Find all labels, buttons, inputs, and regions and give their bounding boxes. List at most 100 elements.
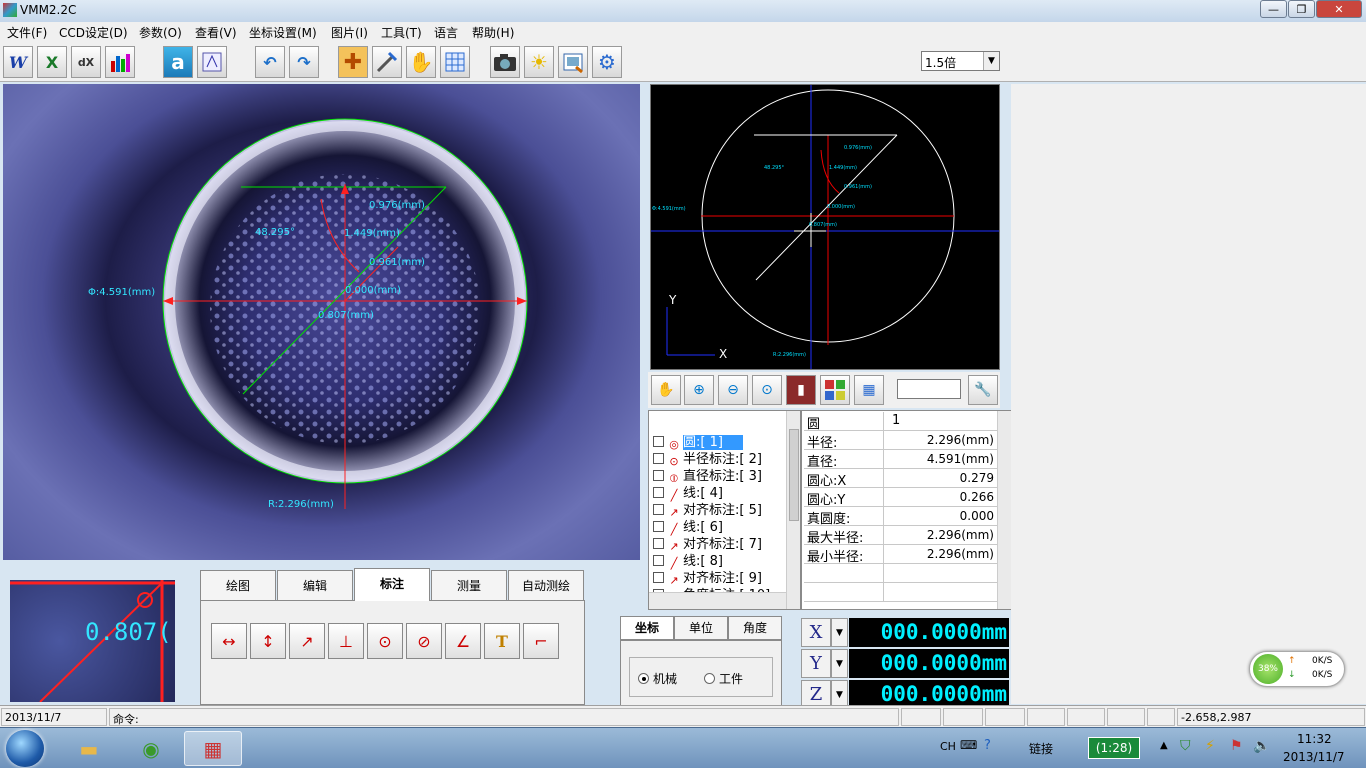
save-dxf-icon[interactable]: dX — [71, 46, 101, 78]
menu-item[interactable]: 语言 — [434, 24, 458, 41]
axis-button[interactable]: Y — [801, 649, 831, 678]
tab[interactable]: 测量 — [431, 570, 507, 600]
list-item[interactable]: ╱ 线:[ 6] — [653, 516, 723, 536]
coord-tab[interactable]: 坐标 — [620, 616, 674, 640]
menu-item[interactable]: 坐标设置(M) — [249, 24, 317, 41]
chart-icon[interactable] — [105, 46, 135, 78]
pick-icon[interactable] — [372, 46, 402, 78]
checkbox[interactable] — [653, 521, 664, 532]
camera-view[interactable]: 48.295° 0.976(mm) 1.449(mm) 0.961(mm) 0.… — [3, 84, 640, 560]
list-item[interactable]: ╱ 线:[ 4] — [653, 482, 723, 502]
text-a-icon[interactable]: a — [163, 46, 193, 78]
horizontal-dim-icon[interactable]: ↔ — [211, 623, 247, 659]
scrollbar[interactable] — [997, 411, 1011, 609]
chevron-down-icon[interactable]: ▼ — [831, 618, 848, 647]
crosshair-icon[interactable]: ✚ — [338, 46, 368, 78]
property-row[interactable]: 最大半径: 2.296(mm) — [804, 526, 997, 546]
coord-tab[interactable]: 单位 — [674, 616, 728, 640]
grid-icon[interactable]: ▦ — [854, 375, 884, 405]
zoom-fit-icon[interactable]: ⊙ — [752, 375, 782, 405]
baseline-dim-icon[interactable]: ⊥ — [328, 623, 364, 659]
leader-icon[interactable]: ⌐ — [523, 623, 559, 659]
property-row[interactable]: 最小半径: 2.296(mm) — [804, 545, 997, 565]
menu-item[interactable]: 参数(O) — [139, 24, 182, 41]
mode-workpiece-radio[interactable]: 工件 — [704, 670, 743, 687]
book-icon[interactable]: ▮ — [786, 375, 816, 405]
tab[interactable]: 自动测绘 — [508, 570, 584, 600]
color-grid-icon[interactable] — [820, 375, 850, 405]
tab[interactable]: 标注 — [354, 568, 430, 601]
property-grid[interactable]: 圆 1 半径: 2.296(mm) 直径: 4.591(mm) 圆心:X 0.279 圆心:Y 0… — [801, 410, 1011, 610]
close-button[interactable]: ✕ — [1316, 0, 1362, 18]
start-button[interactable] — [6, 730, 44, 767]
flag-icon[interactable]: ⚑ — [1230, 738, 1243, 754]
property-row[interactable]: 圆心:Y 0.266 — [804, 488, 997, 508]
cad-input[interactable] — [897, 379, 961, 399]
chevron-down-icon[interactable]: ▼ — [831, 649, 848, 678]
menu-item[interactable]: 工具(T) — [381, 24, 422, 41]
explorer-icon[interactable]: ▬ — [60, 731, 118, 766]
hand-icon[interactable]: ✋ — [406, 46, 436, 78]
checkbox[interactable] — [653, 453, 664, 464]
radius-dim-icon[interactable]: ⊙ — [367, 623, 403, 659]
draw-icon[interactable] — [197, 46, 227, 78]
camera-icon[interactable] — [490, 46, 520, 78]
hscrollbar[interactable] — [649, 592, 786, 609]
vmm-task-icon[interactable]: ▦ — [184, 731, 242, 766]
browser-icon[interactable]: ◉ — [122, 731, 180, 766]
property-row[interactable]: 直径: 4.591(mm) — [804, 450, 997, 470]
property-row[interactable]: 半径: 2.296(mm) — [804, 431, 997, 451]
menu-item[interactable]: 图片(I) — [331, 24, 368, 41]
redo-icon[interactable]: ↷ — [289, 46, 319, 78]
property-header[interactable]: 圆1 — [804, 412, 997, 432]
zoom-select[interactable]: 1.5倍 ▼ — [921, 51, 1000, 71]
list-item[interactable]: ╱ 线:[ 8] — [653, 550, 723, 570]
grid-icon[interactable] — [440, 46, 470, 78]
object-list[interactable]: ∠角度标注:[ 10]↗对齐标注:[ 9]╱线:[ 8]↗对齐标注:[ 7]╱线… — [648, 410, 801, 610]
checkbox[interactable] — [653, 555, 664, 566]
tab[interactable]: 编辑 — [277, 570, 353, 600]
excel-icon[interactable]: X — [37, 46, 67, 78]
network-monitor[interactable]: 38% ↑ ↓ 0K/S 0K/S — [1249, 651, 1345, 687]
checkbox[interactable] — [653, 538, 664, 549]
settings-icon[interactable]: ⚙ — [592, 46, 622, 78]
light-icon[interactable]: ☀ — [524, 46, 554, 78]
property-row[interactable]: 真圆度: 0.000 — [804, 507, 997, 527]
undo-icon[interactable]: ↶ — [255, 46, 285, 78]
keyboard-icon[interactable]: ⌨ — [960, 738, 977, 752]
zoom-in-icon[interactable]: ⊕ — [684, 375, 714, 405]
shield-icon[interactable]: ⛉ — [1180, 738, 1191, 754]
scrollbar[interactable] — [786, 411, 800, 609]
text-icon[interactable]: T — [484, 623, 520, 659]
power-icon[interactable]: ⚡ — [1205, 738, 1215, 754]
zoom-out-icon[interactable]: ⊖ — [718, 375, 748, 405]
mode-machine-radio[interactable]: 机械 — [638, 670, 677, 687]
language-indicator[interactable]: CH — [940, 740, 956, 753]
tray-expand-icon[interactable]: ▲ — [1160, 740, 1168, 751]
maximize-button[interactable]: ❐ — [1288, 0, 1315, 18]
word-icon[interactable]: W — [3, 46, 33, 78]
property-row[interactable]: 圆心:X 0.279 — [804, 469, 997, 489]
menu-item[interactable]: 文件(F) — [7, 24, 47, 41]
menu-item[interactable]: 查看(V) — [195, 24, 237, 41]
hand-icon[interactable]: ✋ — [651, 375, 681, 405]
clock-time[interactable]: 11:32 — [1297, 732, 1332, 746]
cad-view[interactable]: 48.295° 0.976(mm) 1.449(mm) 0.961(mm) 0.… — [650, 84, 1000, 370]
aligned-dim-icon[interactable]: ↗ — [289, 623, 325, 659]
checkbox[interactable] — [653, 572, 664, 583]
coord-tab[interactable]: 角度 — [728, 616, 782, 640]
image-icon[interactable] — [558, 46, 588, 78]
command-line[interactable]: 命令: — [109, 708, 899, 726]
volume-icon[interactable]: 🔈 — [1253, 738, 1270, 754]
diameter-dim-icon[interactable]: ⊘ — [406, 623, 442, 659]
checkbox[interactable] — [653, 436, 664, 447]
measure-tool-icon[interactable]: 🔧 — [968, 375, 998, 405]
checkbox[interactable] — [653, 470, 664, 481]
help-icon[interactable]: ? — [984, 738, 991, 753]
battery-indicator[interactable]: (1:28) — [1088, 737, 1140, 759]
clock-date[interactable]: 2013/11/7 — [1283, 750, 1345, 764]
link-label[interactable]: 链接 — [1029, 740, 1053, 757]
axis-button[interactable]: X — [801, 618, 831, 647]
menu-item[interactable]: CCD设定(D) — [59, 24, 128, 41]
angle-dim-icon[interactable]: ∠ — [445, 623, 481, 659]
